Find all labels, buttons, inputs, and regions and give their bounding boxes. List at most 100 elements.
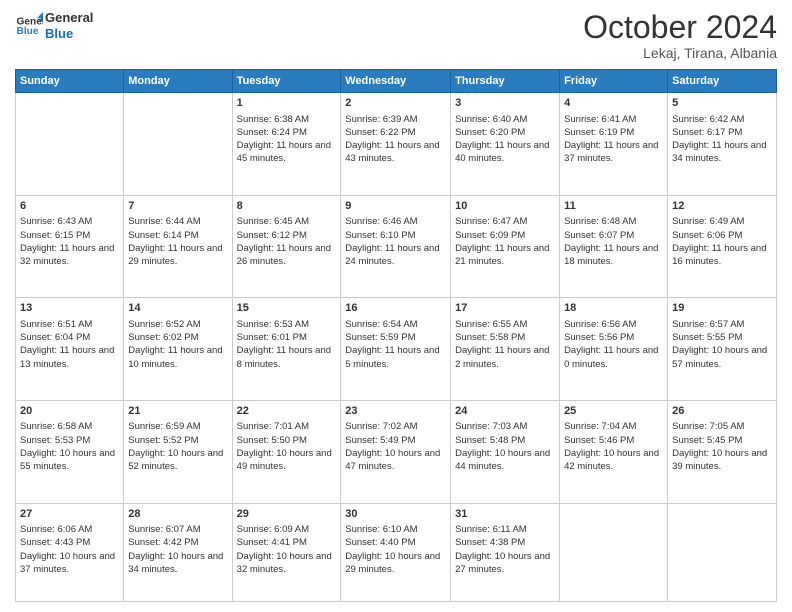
daylight-text: Daylight: 10 hours and 47 minutes. bbox=[345, 447, 446, 474]
day-number: 14 bbox=[128, 301, 227, 316]
calendar-cell: 30Sunrise: 6:10 AMSunset: 4:40 PMDayligh… bbox=[341, 503, 451, 601]
sunset-text: Sunset: 6:24 PM bbox=[237, 126, 337, 139]
daylight-text: Daylight: 10 hours and 32 minutes. bbox=[237, 550, 337, 577]
calendar-cell: 5Sunrise: 6:42 AMSunset: 6:17 PMDaylight… bbox=[668, 93, 777, 196]
sunrise-text: Sunrise: 6:51 AM bbox=[20, 318, 119, 331]
svg-text:Blue: Blue bbox=[17, 25, 39, 36]
month-title: October 2024 bbox=[583, 10, 777, 45]
sunset-text: Sunset: 5:49 PM bbox=[345, 434, 446, 447]
day-number: 12 bbox=[672, 199, 772, 214]
sunset-text: Sunset: 6:02 PM bbox=[128, 331, 227, 344]
daylight-text: Daylight: 11 hours and 32 minutes. bbox=[20, 242, 119, 269]
logo-icon: General Blue bbox=[15, 12, 43, 40]
sunrise-text: Sunrise: 6:57 AM bbox=[672, 318, 772, 331]
sunset-text: Sunset: 6:20 PM bbox=[455, 126, 555, 139]
calendar-cell: 20Sunrise: 6:58 AMSunset: 5:53 PMDayligh… bbox=[16, 401, 124, 504]
calendar-cell: 11Sunrise: 6:48 AMSunset: 6:07 PMDayligh… bbox=[560, 195, 668, 298]
calendar-cell: 1Sunrise: 6:38 AMSunset: 6:24 PMDaylight… bbox=[232, 93, 341, 196]
day-number: 6 bbox=[20, 199, 119, 214]
logo-text: General Blue bbox=[45, 10, 93, 41]
sunset-text: Sunset: 6:10 PM bbox=[345, 229, 446, 242]
day-number: 5 bbox=[672, 96, 772, 111]
calendar: Sunday Monday Tuesday Wednesday Thursday… bbox=[15, 69, 777, 602]
day-number: 2 bbox=[345, 96, 446, 111]
sunset-text: Sunset: 5:50 PM bbox=[237, 434, 337, 447]
day-number: 28 bbox=[128, 507, 227, 522]
daylight-text: Daylight: 11 hours and 5 minutes. bbox=[345, 344, 446, 371]
sunrise-text: Sunrise: 7:04 AM bbox=[564, 420, 663, 433]
sunrise-text: Sunrise: 6:40 AM bbox=[455, 113, 555, 126]
sunset-text: Sunset: 6:06 PM bbox=[672, 229, 772, 242]
sunset-text: Sunset: 5:46 PM bbox=[564, 434, 663, 447]
day-number: 23 bbox=[345, 404, 446, 419]
day-number: 10 bbox=[455, 199, 555, 214]
sunrise-text: Sunrise: 6:48 AM bbox=[564, 215, 663, 228]
day-number: 13 bbox=[20, 301, 119, 316]
sunset-text: Sunset: 6:04 PM bbox=[20, 331, 119, 344]
sunrise-text: Sunrise: 7:03 AM bbox=[455, 420, 555, 433]
daylight-text: Daylight: 10 hours and 42 minutes. bbox=[564, 447, 663, 474]
day-number: 19 bbox=[672, 301, 772, 316]
day-number: 22 bbox=[237, 404, 337, 419]
day-number: 26 bbox=[672, 404, 772, 419]
day-number: 30 bbox=[345, 507, 446, 522]
calendar-cell: 4Sunrise: 6:41 AMSunset: 6:19 PMDaylight… bbox=[560, 93, 668, 196]
daylight-text: Daylight: 10 hours and 39 minutes. bbox=[672, 447, 772, 474]
daylight-text: Daylight: 11 hours and 16 minutes. bbox=[672, 242, 772, 269]
calendar-cell: 19Sunrise: 6:57 AMSunset: 5:55 PMDayligh… bbox=[668, 298, 777, 401]
sunset-text: Sunset: 6:14 PM bbox=[128, 229, 227, 242]
daylight-text: Daylight: 11 hours and 34 minutes. bbox=[672, 139, 772, 166]
daylight-text: Daylight: 11 hours and 26 minutes. bbox=[237, 242, 337, 269]
calendar-cell: 15Sunrise: 6:53 AMSunset: 6:01 PMDayligh… bbox=[232, 298, 341, 401]
daylight-text: Daylight: 11 hours and 0 minutes. bbox=[564, 344, 663, 371]
daylight-text: Daylight: 11 hours and 13 minutes. bbox=[20, 344, 119, 371]
calendar-cell: 21Sunrise: 6:59 AMSunset: 5:52 PMDayligh… bbox=[124, 401, 232, 504]
location: Lekaj, Tirana, Albania bbox=[583, 45, 777, 61]
calendar-cell: 23Sunrise: 7:02 AMSunset: 5:49 PMDayligh… bbox=[341, 401, 451, 504]
sunrise-text: Sunrise: 6:45 AM bbox=[237, 215, 337, 228]
calendar-cell: 9Sunrise: 6:46 AMSunset: 6:10 PMDaylight… bbox=[341, 195, 451, 298]
calendar-cell: 14Sunrise: 6:52 AMSunset: 6:02 PMDayligh… bbox=[124, 298, 232, 401]
sunset-text: Sunset: 6:19 PM bbox=[564, 126, 663, 139]
logo: General Blue General Blue bbox=[15, 10, 93, 41]
sunrise-text: Sunrise: 6:53 AM bbox=[237, 318, 337, 331]
sunset-text: Sunset: 6:22 PM bbox=[345, 126, 446, 139]
daylight-text: Daylight: 11 hours and 8 minutes. bbox=[237, 344, 337, 371]
sunset-text: Sunset: 5:56 PM bbox=[564, 331, 663, 344]
daylight-text: Daylight: 10 hours and 55 minutes. bbox=[20, 447, 119, 474]
daylight-text: Daylight: 11 hours and 2 minutes. bbox=[455, 344, 555, 371]
calendar-cell bbox=[16, 93, 124, 196]
calendar-cell: 6Sunrise: 6:43 AMSunset: 6:15 PMDaylight… bbox=[16, 195, 124, 298]
title-block: October 2024 Lekaj, Tirana, Albania bbox=[583, 10, 777, 61]
calendar-cell: 25Sunrise: 7:04 AMSunset: 5:46 PMDayligh… bbox=[560, 401, 668, 504]
sunset-text: Sunset: 4:40 PM bbox=[345, 536, 446, 549]
calendar-cell: 2Sunrise: 6:39 AMSunset: 6:22 PMDaylight… bbox=[341, 93, 451, 196]
daylight-text: Daylight: 11 hours and 43 minutes. bbox=[345, 139, 446, 166]
sunrise-text: Sunrise: 6:41 AM bbox=[564, 113, 663, 126]
calendar-cell: 29Sunrise: 6:09 AMSunset: 4:41 PMDayligh… bbox=[232, 503, 341, 601]
sunrise-text: Sunrise: 6:46 AM bbox=[345, 215, 446, 228]
sunset-text: Sunset: 6:17 PM bbox=[672, 126, 772, 139]
sunset-text: Sunset: 6:15 PM bbox=[20, 229, 119, 242]
calendar-cell: 10Sunrise: 6:47 AMSunset: 6:09 PMDayligh… bbox=[451, 195, 560, 298]
sunset-text: Sunset: 4:43 PM bbox=[20, 536, 119, 549]
daylight-text: Daylight: 10 hours and 57 minutes. bbox=[672, 344, 772, 371]
sunset-text: Sunset: 5:59 PM bbox=[345, 331, 446, 344]
calendar-cell: 26Sunrise: 7:05 AMSunset: 5:45 PMDayligh… bbox=[668, 401, 777, 504]
header-tuesday: Tuesday bbox=[232, 70, 341, 93]
sunrise-text: Sunrise: 6:44 AM bbox=[128, 215, 227, 228]
day-number: 18 bbox=[564, 301, 663, 316]
daylight-text: Daylight: 10 hours and 52 minutes. bbox=[128, 447, 227, 474]
day-number: 27 bbox=[20, 507, 119, 522]
sunrise-text: Sunrise: 6:58 AM bbox=[20, 420, 119, 433]
calendar-week-3: 20Sunrise: 6:58 AMSunset: 5:53 PMDayligh… bbox=[16, 401, 777, 504]
day-number: 8 bbox=[237, 199, 337, 214]
sunset-text: Sunset: 5:53 PM bbox=[20, 434, 119, 447]
sunrise-text: Sunrise: 6:52 AM bbox=[128, 318, 227, 331]
daylight-text: Daylight: 10 hours and 37 minutes. bbox=[20, 550, 119, 577]
sunrise-text: Sunrise: 6:49 AM bbox=[672, 215, 772, 228]
daylight-text: Daylight: 11 hours and 21 minutes. bbox=[455, 242, 555, 269]
calendar-cell: 18Sunrise: 6:56 AMSunset: 5:56 PMDayligh… bbox=[560, 298, 668, 401]
day-number: 3 bbox=[455, 96, 555, 111]
day-number: 9 bbox=[345, 199, 446, 214]
